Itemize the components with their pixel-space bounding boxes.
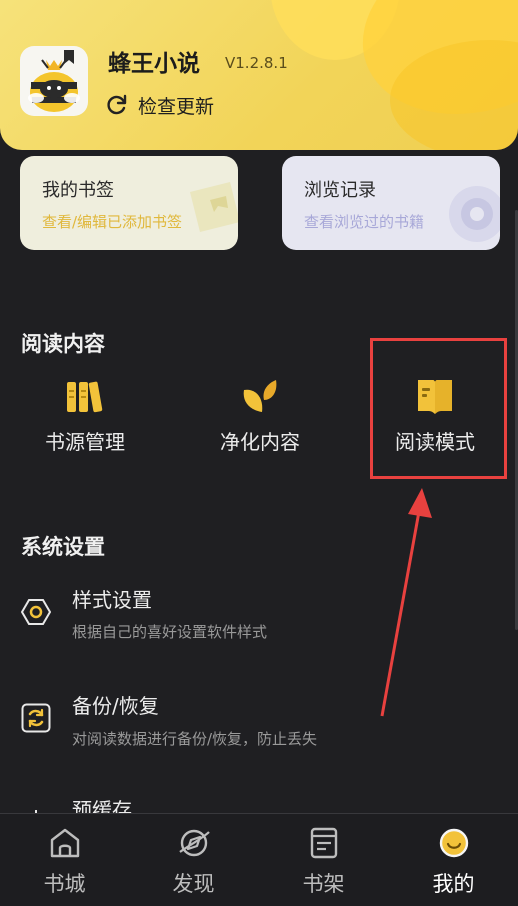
app-root: 蜂王小说 V1.2.8.1 检查更新 我的书签 查看/编辑已添加书签 浏览记录 … xyxy=(0,0,518,906)
history-card[interactable]: 浏览记录 查看浏览过的书籍 xyxy=(282,156,500,250)
bookmarks-subtitle: 查看/编辑已添加书签 xyxy=(42,213,183,231)
nav-label-bookshelf: 书架 xyxy=(302,872,345,896)
reading-mode-button[interactable]: 阅读模式 xyxy=(365,372,505,472)
backup-restore-title: 备份/恢复 xyxy=(72,694,159,718)
purify-content-label: 净化内容 xyxy=(220,430,300,454)
nav-item-profile[interactable]: 我的 xyxy=(389,814,518,906)
reading-mode-label: 阅读模式 xyxy=(395,430,475,454)
annotation-arrow-icon xyxy=(380,488,432,717)
app-version: V1.2.8.1 xyxy=(225,54,288,72)
hexagon-icon xyxy=(21,599,51,625)
books-icon xyxy=(67,381,103,413)
nav-item-bookstore[interactable]: 书城 xyxy=(0,814,129,906)
nav-item-discover[interactable]: 发现 xyxy=(129,814,258,906)
check-update-button[interactable]: 检查更新 xyxy=(138,92,214,119)
bookmarks-title: 我的书签 xyxy=(42,180,114,201)
bottom-navigation: 书城 发现 书架 我的 xyxy=(0,813,518,906)
nav-label-bookstore: 书城 xyxy=(43,872,86,896)
reading-section-title: 阅读内容 xyxy=(21,332,105,356)
history-title: 浏览记录 xyxy=(304,180,376,201)
nav-item-bookshelf[interactable]: 书架 xyxy=(259,814,388,906)
sync-icon xyxy=(21,703,51,733)
leaf-icon xyxy=(243,380,277,412)
compass-icon xyxy=(178,829,210,857)
profile-icon xyxy=(439,828,468,858)
nav-label-discover: 发现 xyxy=(172,872,215,896)
bookshelf-icon xyxy=(310,827,337,859)
source-management-label: 书源管理 xyxy=(45,430,125,454)
backup-restore-desc: 对阅读数据进行备份/恢复，防止丢失 xyxy=(72,730,318,748)
history-decoration-icon xyxy=(449,186,500,242)
bookmarks-card[interactable]: 我的书签 查看/编辑已添加书签 xyxy=(20,156,238,250)
settings-section-title: 系统设置 xyxy=(21,535,105,559)
source-management-button[interactable]: 书源管理 xyxy=(15,372,155,472)
app-name: 蜂王小说 xyxy=(108,51,200,77)
history-subtitle: 查看浏览过的书籍 xyxy=(304,213,425,231)
nav-label-profile: 我的 xyxy=(432,872,475,896)
open-book-icon xyxy=(418,380,452,414)
style-settings-desc: 根据自己的喜好设置软件样式 xyxy=(72,623,268,641)
home-icon xyxy=(50,828,79,858)
profile-header: 蜂王小说 V1.2.8.1 检查更新 xyxy=(0,0,518,150)
purify-content-button[interactable]: 净化内容 xyxy=(190,372,330,472)
refresh-icon[interactable] xyxy=(106,94,128,116)
style-settings-title: 样式设置 xyxy=(72,588,152,612)
app-logo-bee-icon xyxy=(20,46,88,116)
